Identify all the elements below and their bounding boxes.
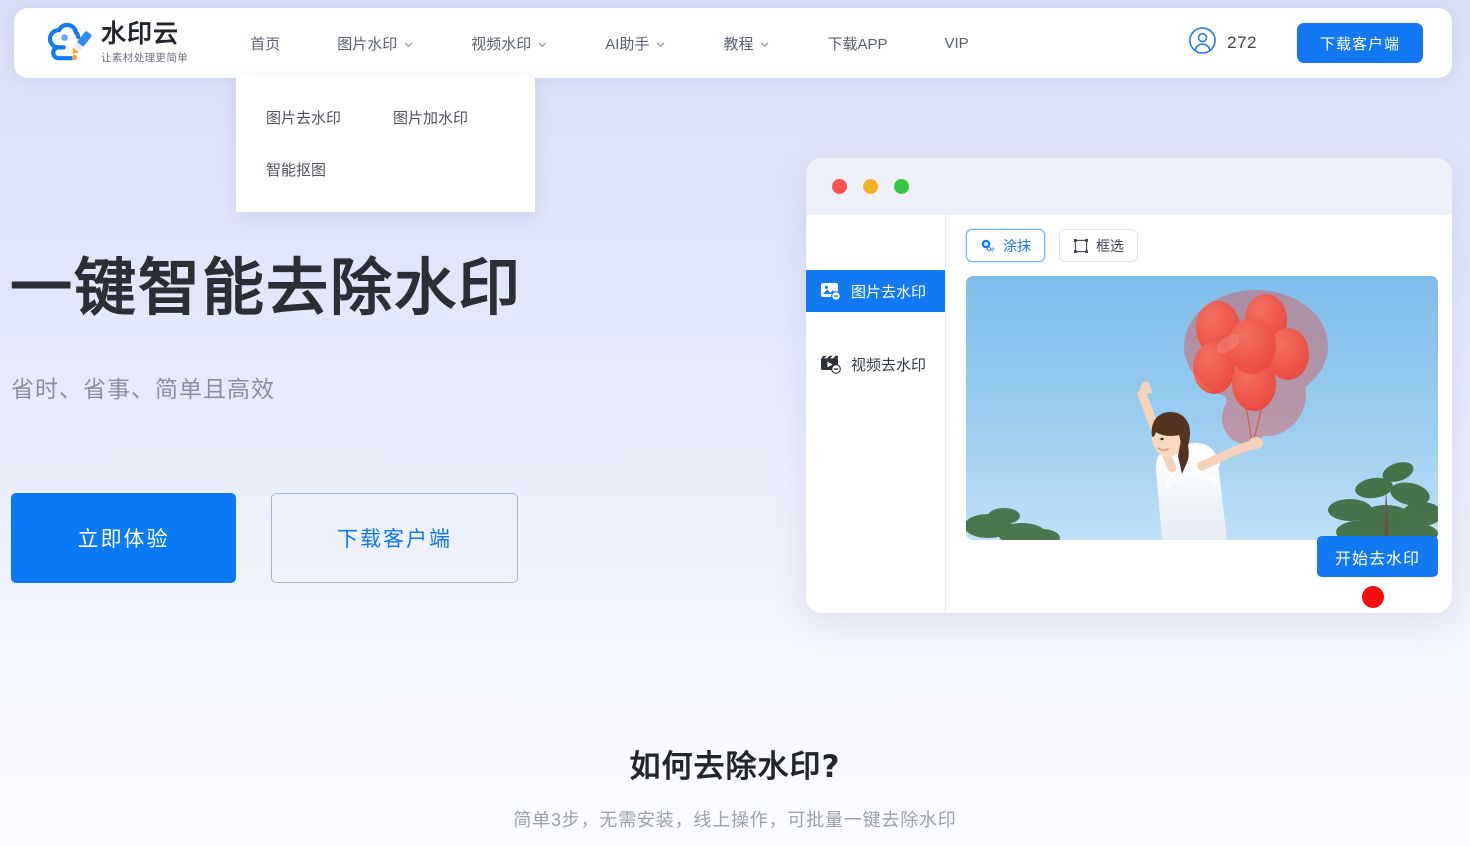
window-titlebar — [806, 158, 1452, 215]
download-client-button-hero[interactable]: 下载客户端 — [271, 493, 518, 583]
dropdown-item-image-add-watermark[interactable]: 图片加水印 — [393, 98, 468, 137]
sidebar-item-label: 图片去水印 — [851, 283, 927, 301]
nav-image-watermark[interactable]: 图片水印 — [337, 8, 414, 78]
site-logo[interactable]: 水印云 让素材处理更简单 — [46, 21, 188, 64]
app-main-area: 涂抹 框选 开始去水印 — [946, 215, 1452, 613]
sidebar-item-image-remove-watermark[interactable]: 图片去水印 — [806, 270, 945, 312]
click-indicator — [1362, 586, 1384, 608]
nav-vip[interactable]: VIP — [944, 8, 968, 78]
user-account[interactable]: 272 — [1188, 26, 1257, 60]
tool-smear-label: 涂抹 — [1003, 237, 1031, 254]
nav-vip-label: VIP — [944, 34, 969, 52]
chevron-down-icon — [403, 39, 414, 50]
image-remove-watermark-icon — [820, 281, 842, 301]
cloud-eraser-logo-icon — [46, 22, 92, 63]
tool-marquee-button[interactable]: 框选 — [1059, 229, 1138, 262]
nav-ai-assistant-label: AI助手 — [605, 35, 650, 53]
nav-download-app[interactable]: 下载APP — [827, 8, 887, 78]
window-close-icon[interactable] — [832, 179, 847, 194]
marquee-select-icon — [1073, 238, 1089, 254]
nav-video-watermark[interactable]: 视频水印 — [471, 8, 548, 78]
image-preview[interactable] — [966, 276, 1438, 540]
nav-tutorial-label: 教程 — [723, 35, 754, 53]
nav-tutorial[interactable]: 教程 — [723, 8, 770, 78]
dropdown-item-smart-cutout[interactable]: 智能抠图 — [266, 150, 326, 189]
woman-holding-red-balloons-photo — [966, 276, 1438, 540]
section-subtitle: 简单3步，无需安装，线上操作，可批量一键去除水印 — [513, 810, 957, 830]
window-body: 图片去水印 视频去水印 涂抹 框选 开始去水印 — [806, 215, 1452, 613]
sidebar-item-video-remove-watermark[interactable]: 视频去水印 — [806, 343, 945, 385]
main-nav: 首页 图片水印 视频水印 AI助手 教程 下载APP VIP — [250, 8, 968, 78]
section-title: 如何去除水印? — [629, 749, 841, 785]
dropdown-item-image-remove-watermark[interactable]: 图片去水印 — [266, 98, 341, 137]
window-minimize-icon[interactable] — [863, 179, 878, 194]
brush-smear-icon — [980, 238, 996, 254]
site-header: 水印云 让素材处理更简单 首页 图片水印 视频水印 AI助手 教程 下载APP … — [14, 8, 1452, 78]
logo-tagline: 让素材处理更简单 — [101, 51, 189, 64]
nav-video-watermark-label: 视频水印 — [471, 35, 532, 53]
tool-row: 涂抹 框选 — [966, 229, 1438, 262]
chevron-down-icon — [759, 39, 770, 50]
image-watermark-dropdown: 图片去水印 图片加水印 智能抠图 — [236, 76, 535, 212]
hero-title: 一键智能去除水印 — [10, 251, 523, 324]
nav-image-watermark-label: 图片水印 — [337, 35, 398, 53]
logo-title: 水印云 — [101, 19, 180, 49]
app-preview-window: 图片去水印 视频去水印 涂抹 框选 开始去水印 — [806, 158, 1452, 613]
nav-home-label: 首页 — [250, 35, 281, 53]
tool-smear-button[interactable]: 涂抹 — [966, 229, 1045, 262]
download-client-button-header[interactable]: 下载客户端 — [1296, 23, 1423, 63]
header-actions: 272 下载客户端 — [1188, 23, 1423, 63]
hero-subtitle: 省时、省事、简单且高效 — [11, 376, 275, 402]
try-now-button[interactable]: 立即体验 — [11, 493, 236, 583]
window-maximize-icon[interactable] — [894, 179, 909, 194]
nav-ai-assistant[interactable]: AI助手 — [605, 8, 666, 78]
app-sidebar: 图片去水印 视频去水印 — [806, 215, 946, 613]
nav-download-app-label: 下载APP — [827, 35, 888, 53]
user-credit-count: 272 — [1227, 33, 1257, 52]
hero-cta-row: 立即体验 下载客户端 — [11, 493, 518, 583]
chevron-down-icon — [655, 39, 666, 50]
sidebar-item-label: 视频去水印 — [851, 356, 927, 374]
user-avatar-icon — [1188, 26, 1217, 60]
tool-marquee-label: 框选 — [1096, 237, 1124, 254]
video-remove-watermark-icon — [820, 354, 842, 374]
start-remove-watermark-button[interactable]: 开始去水印 — [1316, 536, 1438, 577]
nav-home[interactable]: 首页 — [250, 8, 280, 78]
chevron-down-icon — [537, 39, 548, 50]
